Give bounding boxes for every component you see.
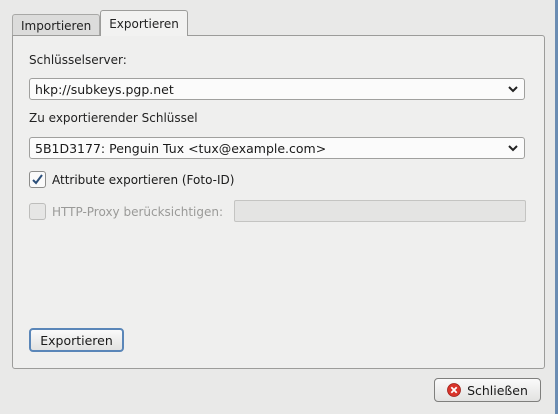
- attributes-label: Attribute exportieren (Foto-ID): [52, 172, 235, 187]
- chevron-down-icon: [508, 86, 518, 93]
- keyserver-value: hkp://subkeys.pgp.net: [35, 81, 174, 97]
- keyserver-label: Schlüsselserver:: [29, 53, 127, 67]
- tab-export-label: Exportieren: [109, 16, 179, 31]
- checkmark-icon: [32, 174, 43, 185]
- attributes-option[interactable]: Attribute exportieren (Foto-ID): [29, 171, 234, 188]
- keyserver-select[interactable]: hkp://subkeys.pgp.net: [29, 78, 525, 100]
- close-icon: [447, 383, 461, 397]
- proxy-checkbox: [29, 203, 46, 220]
- proxy-label: HTTP-Proxy berücksichtigen:: [52, 204, 224, 219]
- key-value: 5B1D3177: Penguin Tux <tux@example.com>: [35, 140, 327, 156]
- key-label: Zu exportierender Schlüssel: [29, 111, 198, 125]
- key-select[interactable]: 5B1D3177: Penguin Tux <tux@example.com>: [29, 137, 525, 159]
- close-button[interactable]: Schließen: [434, 378, 541, 402]
- close-button-label: Schließen: [467, 382, 528, 398]
- export-button-label: Exportieren: [40, 332, 113, 348]
- attributes-checkbox[interactable]: [29, 171, 46, 188]
- export-button[interactable]: Exportieren: [29, 328, 124, 352]
- export-panel: Schlüsselserver: hkp://subkeys.pgp.net Z…: [12, 35, 545, 369]
- proxy-input: [234, 200, 526, 222]
- tab-bar: Importieren Exportieren: [12, 10, 188, 36]
- tab-export[interactable]: Exportieren: [100, 10, 188, 36]
- tab-import-label: Importieren: [21, 18, 92, 33]
- tab-import[interactable]: Importieren: [12, 14, 101, 36]
- proxy-option: HTTP-Proxy berücksichtigen:: [29, 203, 223, 220]
- keyserver-dialog: Importieren Exportieren Schlüsselserver:…: [0, 0, 558, 414]
- chevron-down-icon: [508, 145, 518, 152]
